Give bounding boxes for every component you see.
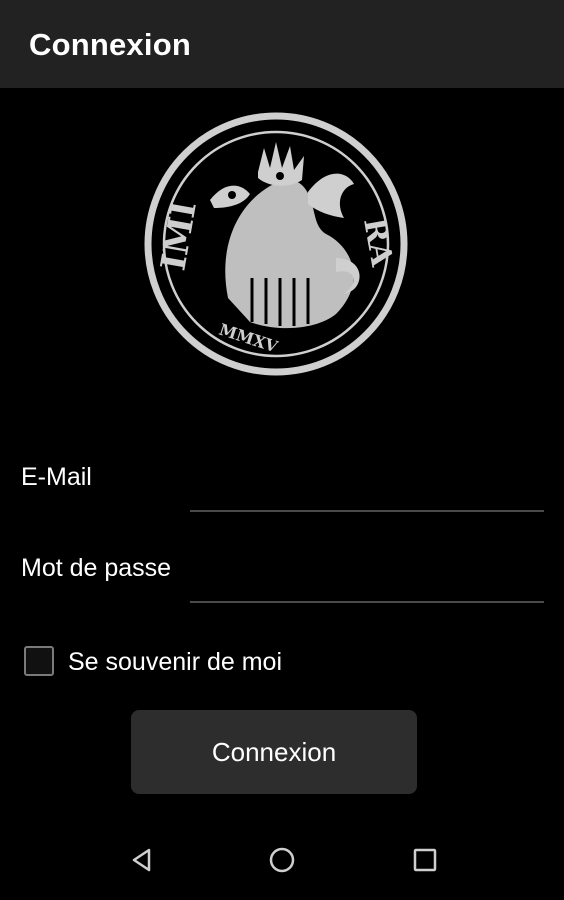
app-bar: Connexion [0,0,564,88]
seal-logo-image: IMI RA MMXV [144,112,408,376]
back-triangle-icon[interactable] [127,845,157,875]
app-bar-title: Connexion [29,27,191,62]
password-label: Mot de passe [21,554,172,582]
remember-label[interactable]: Se souvenir de moi [68,648,282,677]
email-input[interactable] [190,476,544,512]
login-button-label: Connexion [211,736,337,767]
recents-square-icon[interactable] [410,845,440,875]
password-input[interactable] [190,567,544,603]
seal-inscription-right: RA [356,215,399,269]
navigation-bar [0,820,564,900]
remember-checkbox[interactable] [24,646,54,676]
email-label: E-Mail [21,463,92,491]
seal-inscription-left: IMI [153,198,204,273]
login-button[interactable]: Connexion [131,710,417,794]
home-circle-icon[interactable] [267,845,297,875]
